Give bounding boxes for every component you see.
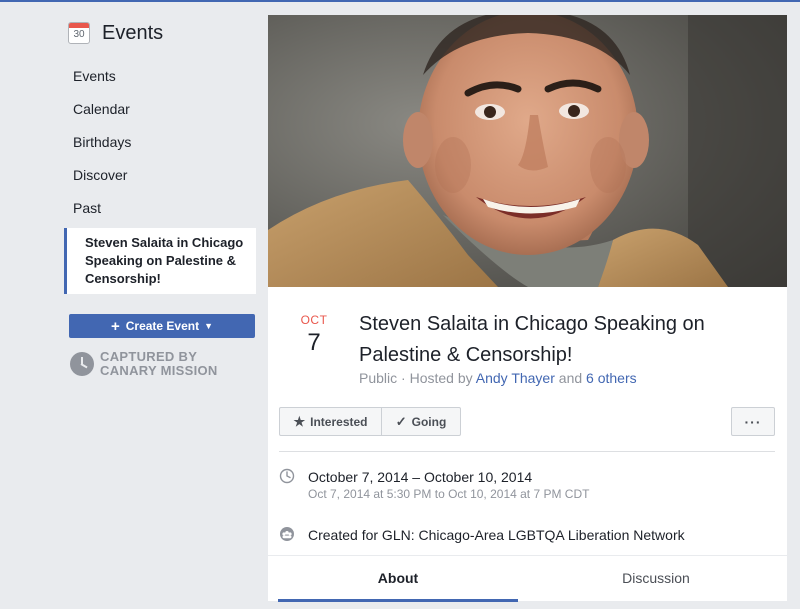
calendar-icon-number: 30: [73, 29, 85, 40]
interested-label: Interested: [310, 414, 368, 429]
check-icon: ✓: [395, 413, 407, 429]
event-time-text: October 7, 2014 – October 10, 2014 Oct 7…: [308, 468, 589, 502]
event-group-row: Created for GLN: Chicago-Area LGBTQA Lib…: [279, 526, 685, 544]
more-options-button[interactable]: ···: [731, 407, 775, 436]
sidebar-title[interactable]: Events: [102, 22, 163, 45]
host-link[interactable]: Andy Thayer: [476, 370, 555, 386]
event-header: OCT 7 Steven Salaita in Chicago Speaking…: [268, 287, 787, 407]
caret-down-icon: ▼: [204, 321, 214, 331]
watermark-line-2: CANARY MISSION: [100, 363, 218, 378]
sidebar-item-past[interactable]: Past: [64, 192, 258, 225]
and-text: and: [558, 370, 583, 386]
sidebar-item-current-event[interactable]: Steven Salaita in Chicago Speaking on Pa…: [64, 228, 256, 294]
event-card: OCT 7 Steven Salaita in Chicago Speaking…: [268, 15, 787, 602]
event-meta: Public · Hosted by Andy Thayer and 6 oth…: [359, 370, 637, 386]
interested-button[interactable]: ★ Interested: [279, 407, 382, 436]
event-cover-photo[interactable]: [268, 15, 787, 287]
sidebar-item-events[interactable]: Events: [64, 60, 258, 93]
event-date-badge: OCT 7: [294, 313, 334, 357]
clock-logo-icon: [70, 352, 94, 376]
event-time-row: October 7, 2014 – October 10, 2014 Oct 7…: [279, 468, 589, 502]
clock-icon: [279, 468, 295, 484]
sidebar-item-calendar[interactable]: Calendar: [64, 93, 258, 126]
going-button[interactable]: ✓ Going: [381, 407, 461, 436]
event-title: Steven Salaita in Chicago Speaking on Pa…: [359, 313, 705, 366]
event-privacy: Public: [359, 370, 398, 386]
star-icon: ★: [293, 413, 306, 429]
events-sidebar: 30 Events Events Calendar Birthdays Disc…: [64, 18, 258, 378]
event-date-range[interactable]: October 7, 2014 – October 10, 2014: [308, 468, 589, 486]
event-group-text[interactable]: Created for GLN: Chicago-Area LGBTQA Lib…: [308, 526, 685, 544]
other-hosts-link[interactable]: 6 others: [586, 370, 637, 386]
sidebar-item-birthdays[interactable]: Birthdays: [64, 126, 258, 159]
event-day: 7: [307, 329, 321, 356]
hosted-by-prefix: Hosted by: [409, 370, 473, 386]
meta-separator: ·: [401, 370, 410, 386]
tab-discussion[interactable]: Discussion: [536, 556, 776, 602]
watermark: CAPTURED BY CANARY MISSION: [70, 350, 258, 378]
top-accent-line: [0, 0, 800, 2]
plus-icon: +: [110, 317, 120, 335]
tab-about[interactable]: About: [278, 556, 518, 602]
going-label: Going: [411, 414, 447, 429]
sidebar-nav: Events Calendar Birthdays Discover Past: [64, 60, 258, 225]
group-icon: [280, 527, 294, 541]
event-time-detail: Oct 7, 2014 at 5:30 PM to Oct 10, 2014 a…: [308, 487, 590, 501]
create-event-label: Create Event: [125, 319, 200, 333]
create-event-button[interactable]: + Create Event ▼: [69, 314, 255, 338]
sidebar-header: 30 Events: [68, 18, 258, 48]
calendar-icon: 30: [68, 22, 90, 44]
cover-photo-illustration: [268, 15, 787, 287]
event-tabs: About Discussion: [268, 555, 787, 602]
watermark-line-1: CAPTURED BY: [100, 349, 198, 364]
calendar-icon-top: [69, 23, 89, 28]
sidebar-item-discover[interactable]: Discover: [64, 159, 258, 192]
event-actions: ★ Interested ✓ Going ···: [268, 407, 787, 453]
event-month: OCT: [300, 313, 328, 327]
actions-divider: [279, 451, 775, 452]
